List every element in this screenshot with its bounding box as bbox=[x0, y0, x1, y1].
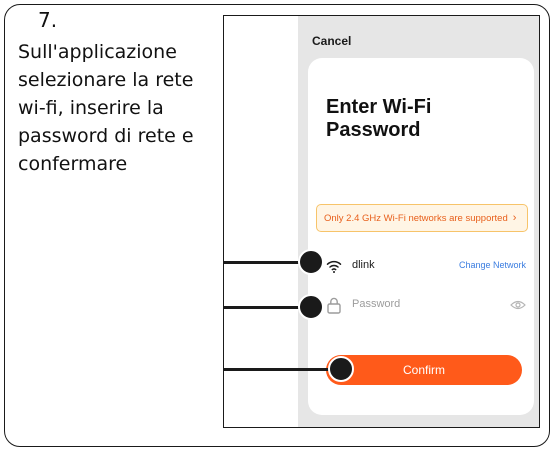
wifi-band-notice[interactable]: Only 2.4 GHz Wi-Fi networks are supporte… bbox=[316, 204, 528, 232]
lock-icon bbox=[327, 297, 341, 314]
chevron-right-icon: › bbox=[512, 212, 517, 224]
network-row: dlink Change Network bbox=[326, 256, 526, 278]
pointer-line-confirm bbox=[223, 368, 341, 371]
pointer-dot-password bbox=[298, 294, 324, 320]
pointer-dot-confirm bbox=[328, 356, 354, 382]
confirm-button[interactable]: Confirm bbox=[326, 355, 522, 385]
network-name: dlink bbox=[352, 259, 375, 271]
change-network-link[interactable]: Change Network bbox=[459, 260, 526, 270]
phone-screenshot: Cancel Enter Wi-Fi Password Only 2.4 GHz… bbox=[223, 15, 540, 428]
eye-icon[interactable] bbox=[510, 299, 526, 311]
password-input[interactable] bbox=[352, 298, 492, 310]
step-number: 7. bbox=[38, 8, 58, 32]
cancel-button[interactable]: Cancel bbox=[312, 34, 351, 48]
instruction-text: Sull'applicazione selezionare la rete wi… bbox=[18, 41, 194, 175]
password-row bbox=[326, 296, 526, 318]
pointer-dot-network bbox=[298, 249, 324, 275]
wifi-icon bbox=[326, 260, 342, 273]
dialog-title: Enter Wi-Fi Password bbox=[326, 96, 432, 141]
notice-text: Only 2.4 GHz Wi-Fi networks are supporte… bbox=[324, 212, 508, 224]
